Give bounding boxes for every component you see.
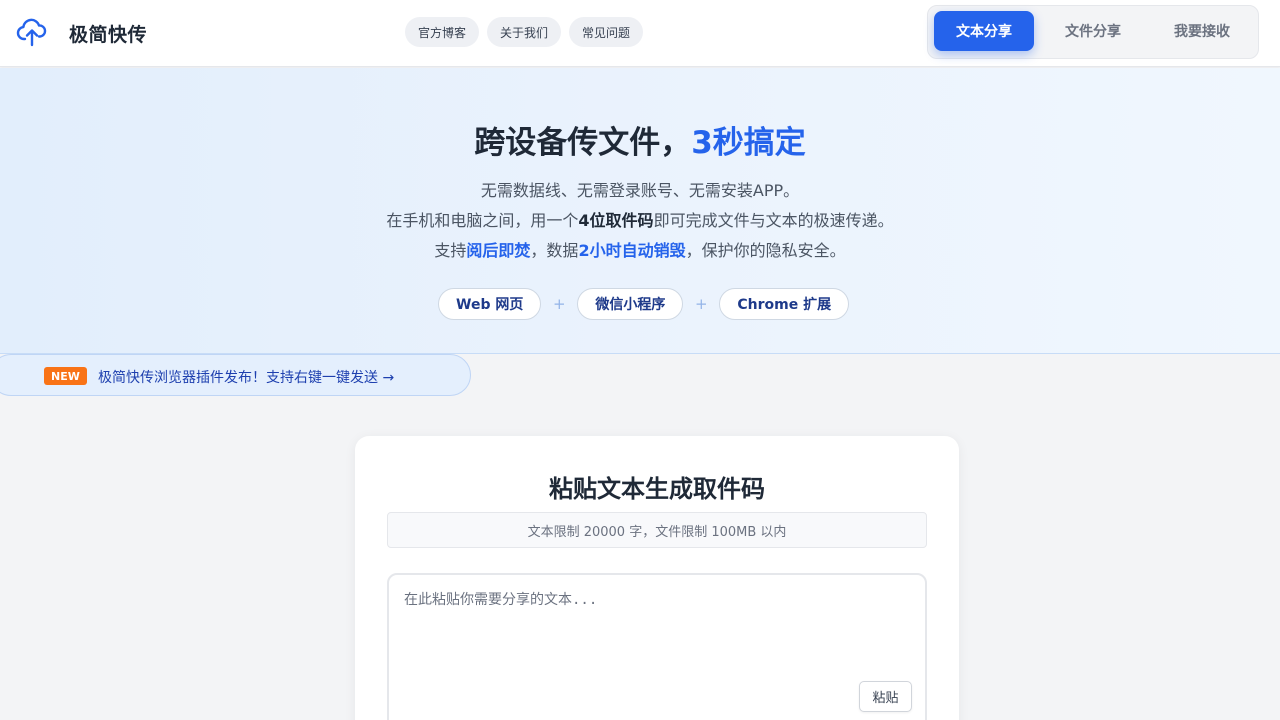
hero-title: 跨设备传文件，3秒搞定 — [0, 117, 1280, 162]
hero-section: 跨设备传文件，3秒搞定 无需数据线、无需登录账号、无需安装APP。 在手机和电脑… — [0, 68, 1280, 354]
brand-name[interactable]: 极简快传 — [69, 20, 147, 47]
tab-receive[interactable]: 我要接收 — [1152, 11, 1252, 51]
platform-pills: Web 网页 + 微信小程序 + Chrome 扩展 — [438, 288, 850, 320]
plus-separator: + — [695, 295, 708, 313]
platform-chrome-extension-pill[interactable]: Chrome 扩展 — [719, 288, 850, 320]
nav-link-faq[interactable]: 常见问题 — [569, 17, 644, 47]
hero-auto-destroy-highlight: 2小时自动销毁 — [578, 241, 686, 260]
tab-file-share[interactable]: 文件分享 — [1044, 11, 1142, 51]
announcement-text[interactable]: 极简快传浏览器插件发布！支持右键一键发送 → — [98, 367, 394, 387]
limits-notice: 文本限制 20000 字，文件限制 100MB 以内 — [387, 512, 927, 548]
text-share-card: 粘贴文本生成取件码 文本限制 20000 字，文件限制 100MB 以内 粘贴 — [355, 436, 959, 720]
plus-separator: + — [553, 295, 566, 313]
hero-line-2: 在手机和电脑之间，用一个4位取件码即可完成文件与文本的极速传递。 — [0, 207, 1280, 231]
hero-line-3-text: 支持 — [434, 241, 467, 260]
top-nav: 官方博客 关于我们 常见问题 — [405, 17, 644, 47]
hero-line-2-text-end: 即可完成文件与文本的极速传递。 — [653, 211, 894, 230]
card-title: 粘贴文本生成取件码 — [549, 475, 765, 503]
platform-web-pill[interactable]: Web 网页 — [438, 288, 542, 320]
hero-line-2-text: 在手机和电脑之间，用一个 — [386, 211, 579, 230]
hero-line-1: 无需数据线、无需登录账号、无需安装APP。 — [480, 181, 800, 200]
hero-burn-after-read-highlight: 阅后即焚 — [466, 241, 531, 260]
text-input-box — [387, 573, 927, 720]
cloud-upload-icon[interactable] — [16, 16, 48, 48]
hero-pickup-code-highlight: 4位取件码 — [578, 211, 654, 230]
hero-title-accent: 3秒搞定 — [691, 125, 806, 161]
hero-title-main: 跨设备传文件， — [474, 125, 692, 161]
platform-wechat-miniprogram-pill[interactable]: 微信小程序 — [577, 288, 684, 320]
new-badge: NEW — [44, 367, 87, 385]
top-header: 极简快传 官方博客 关于我们 常见问题 文本分享 文件分享 我要接收 — [0, 0, 1280, 67]
hero-line-3-text-mid: ，数据 — [530, 241, 579, 260]
hero-line-3: 支持阅后即焚，数据2小时自动销毁，保护你的隐私安全。 — [0, 237, 1280, 261]
nav-link-about[interactable]: 关于我们 — [487, 17, 562, 47]
announcement-banner[interactable]: NEW 极简快传浏览器插件发布！支持右键一键发送 → — [0, 354, 471, 396]
nav-link-blog[interactable]: 官方博客 — [405, 17, 480, 47]
hero-line-3-text-end: ，保护你的隐私安全。 — [685, 241, 846, 260]
tab-text-share[interactable]: 文本分享 — [934, 11, 1034, 51]
mode-tabs: 文本分享 文件分享 我要接收 — [927, 5, 1259, 59]
share-text-input[interactable] — [389, 575, 925, 720]
paste-button[interactable]: 粘贴 — [859, 681, 912, 712]
